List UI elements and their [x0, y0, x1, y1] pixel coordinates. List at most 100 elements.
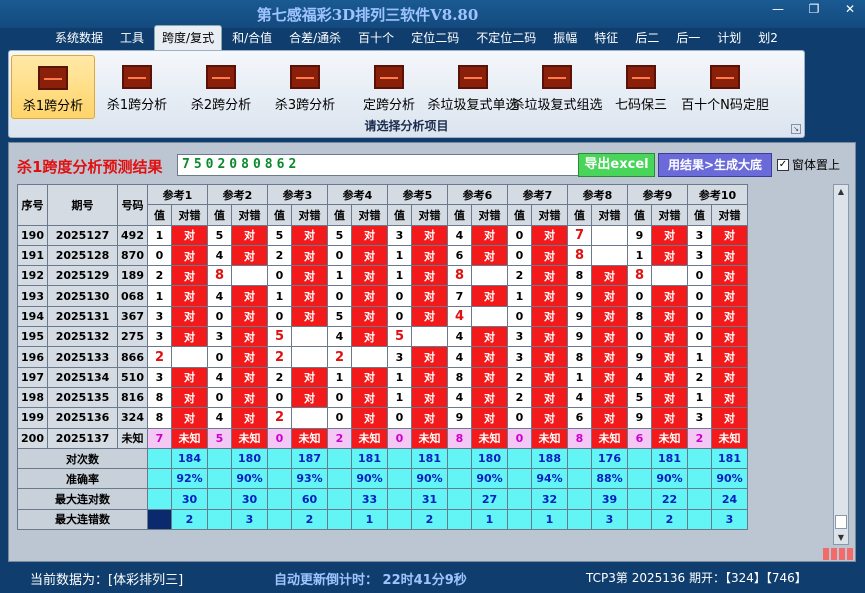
value-cell: 3 — [687, 224, 712, 246]
maximize-button[interactable]: ❐ — [805, 2, 823, 16]
result-cell: 对 — [171, 305, 208, 328]
value-cell: 8 — [447, 265, 472, 287]
result-cell: 对 — [531, 386, 568, 409]
ribbon-button-8[interactable]: 百十个N码定胆 — [681, 55, 769, 119]
table-row[interactable]: 190 2025127 492 1 对 5 对 5 对 5 对 3 对 4 对 0 对 7 9 对 3 对 — [17, 224, 748, 246]
menu-item-3[interactable]: 和/合值 — [225, 26, 279, 50]
stats-spacer — [387, 447, 412, 470]
sub-header: 值 — [387, 204, 412, 226]
table-row[interactable]: 194 2025131 367 3 对 0 对 0 对 5 对 0 对 4 0 对 9 对 8 对 0 对 — [17, 305, 748, 328]
column-header: 序号 — [17, 184, 48, 226]
result-cell: 对 — [411, 346, 448, 368]
value-cell: 0 — [507, 427, 532, 449]
menu-item-10[interactable]: 后二 — [628, 26, 666, 50]
sub-header: 对错 — [711, 204, 748, 226]
value-cell: 1 — [387, 366, 412, 388]
close-button[interactable]: ✕ — [841, 2, 859, 16]
stats-spacer — [387, 508, 412, 531]
stats-value: 180 — [471, 447, 508, 470]
value-cell: 0 — [207, 386, 232, 409]
stats-value: 181 — [651, 447, 688, 470]
value-cell: 8 — [147, 386, 172, 409]
resize-grip[interactable] — [823, 548, 853, 560]
result-cell — [651, 265, 688, 287]
row-cell: 870 — [117, 244, 148, 267]
value-cell: 8 — [627, 305, 652, 328]
ribbon-button-0[interactable]: 杀1跨分析 — [11, 55, 95, 119]
ribbon-button-5[interactable]: 杀垃圾复式单选 — [428, 55, 519, 119]
chart-icon — [122, 65, 152, 89]
ribbon-button-6[interactable]: 杀垃圾复式组选 — [512, 55, 603, 119]
menu-item-6[interactable]: 定位二码 — [404, 26, 466, 50]
stats-value: 33 — [351, 488, 388, 510]
current-data-label: 当前数据为：[体彩排列三] — [30, 573, 184, 588]
ribbon-button-2[interactable]: 杀2跨分析 — [179, 55, 263, 119]
stats-value: 24 — [711, 488, 748, 510]
value-cell: 8 — [147, 407, 172, 429]
result-cell: 未知 — [351, 427, 388, 449]
ribbon-button-3[interactable]: 杀3跨分析 — [263, 55, 347, 119]
sub-header: 对错 — [591, 204, 628, 226]
menu-item-5[interactable]: 百十个 — [351, 26, 401, 50]
sub-header: 对错 — [231, 204, 268, 226]
stats-value: 2 — [291, 508, 328, 531]
table-row[interactable]: 199 2025136 324 8 对 4 对 2 0 对 0 对 9 对 0 对 6 对 9 对 3 对 — [17, 407, 748, 429]
value-cell: 4 — [327, 326, 352, 348]
menu-item-7[interactable]: 不定位二码 — [469, 26, 543, 50]
table-row[interactable]: 200 2025137 未知 7 未知 5 未知 0 未知 2 未知 0 未知 8 未知 0 未知 8 未知 6 未知 2… — [17, 427, 748, 449]
value-cell: 6 — [567, 407, 592, 429]
table-row[interactable]: 196 2025133 866 2 0 对 2 2 3 对 4 对 3 对 8 对 9 对 1 对 — [17, 346, 748, 368]
value-cell: 4 — [447, 326, 472, 348]
result-cell: 对 — [351, 326, 388, 348]
stats-value: 181 — [351, 447, 388, 470]
table-row[interactable]: 198 2025135 816 8 对 0 对 0 对 0 对 1 对 4 对 2 对 4 对 5 对 1 对 — [17, 386, 748, 409]
menu-item-2[interactable]: 跨度/复式 — [154, 25, 223, 50]
reference-header: 参考1 — [147, 183, 208, 206]
result-cell: 对 — [711, 265, 748, 287]
value-cell: 0 — [507, 244, 532, 267]
value-cell: 1 — [327, 265, 352, 287]
scroll-thumb[interactable] — [835, 515, 847, 529]
table-row[interactable]: 197 2025134 510 3 对 4 对 2 对 1 对 1 对 8 对 2 对 1 对 4 对 2 对 — [17, 366, 748, 388]
ribbon-expand-icon[interactable]: ↘ — [791, 124, 801, 134]
table-row[interactable]: 191 2025128 870 0 对 4 对 2 对 0 对 1 对 6 对 0 对 8 1 对 3 对 — [17, 244, 748, 267]
ribbon-button-7[interactable]: 七码保三 — [599, 55, 683, 119]
menu-item-0[interactable]: 系统数据 — [48, 26, 110, 50]
result-field[interactable]: 7502080862 — [177, 154, 583, 176]
table-row[interactable]: 192 2025129 189 2 对 8 0 对 1 对 1 对 8 2 对 8 对 8 0 对 — [17, 265, 748, 287]
menu-item-13[interactable]: 划2 — [751, 26, 785, 50]
ribbon-button-1[interactable]: 杀1跨分析 — [95, 55, 179, 119]
table-row[interactable]: 193 2025130 068 1 对 4 对 1 对 0 对 0 对 7 对 1 对 9 对 0 对 0 对 — [17, 285, 748, 307]
export-excel-button[interactable]: 导出excel — [578, 153, 655, 177]
scroll-up-icon[interactable]: ▲ — [834, 185, 848, 198]
table-row[interactable]: 195 2025132 275 3 对 3 对 5 4 对 5 4 对 3 对 9 对 0 对 0 对 — [17, 326, 748, 348]
value-cell: 1 — [687, 386, 712, 409]
stats-value: 92% — [171, 468, 208, 490]
menu-item-11[interactable]: 后一 — [669, 26, 707, 50]
title-bar: 第七感福彩3D排列三软件V8.80 — ❐ ✕ — [0, 0, 865, 28]
stats-value: 90% — [351, 468, 388, 490]
menu-item-4[interactable]: 合差/通杀 — [282, 26, 348, 50]
scroll-down-icon[interactable]: ▼ — [834, 531, 848, 544]
stats-spacer — [387, 488, 412, 510]
value-cell: 5 — [327, 305, 352, 328]
checkbox-check-icon[interactable]: ✓ — [777, 158, 789, 171]
ribbon-button-4[interactable]: 定跨分析 — [347, 55, 431, 119]
result-cell: 对 — [231, 386, 268, 409]
menu-item-8[interactable]: 振幅 — [546, 26, 584, 50]
menu-item-12[interactable]: 计划 — [710, 26, 748, 50]
stats-spacer — [507, 508, 532, 531]
menu-item-9[interactable]: 特征 — [587, 26, 625, 50]
result-cell: 对 — [171, 326, 208, 348]
menu-item-1[interactable]: 工具 — [113, 26, 151, 50]
result-cell: 未知 — [231, 427, 268, 449]
value-cell: 2 — [267, 407, 292, 429]
result-cell: 对 — [591, 366, 628, 388]
result-cell: 对 — [651, 244, 688, 267]
topmost-checkbox[interactable]: ✓ 窗体置上 — [777, 156, 840, 173]
stats-value: 3 — [711, 508, 748, 531]
minimize-button[interactable]: — — [769, 2, 787, 16]
sub-header: 对错 — [651, 204, 688, 226]
vertical-scrollbar[interactable]: ▲ ▼ — [833, 184, 849, 545]
generate-base-button[interactable]: 用结果>生成大底 — [658, 153, 772, 177]
